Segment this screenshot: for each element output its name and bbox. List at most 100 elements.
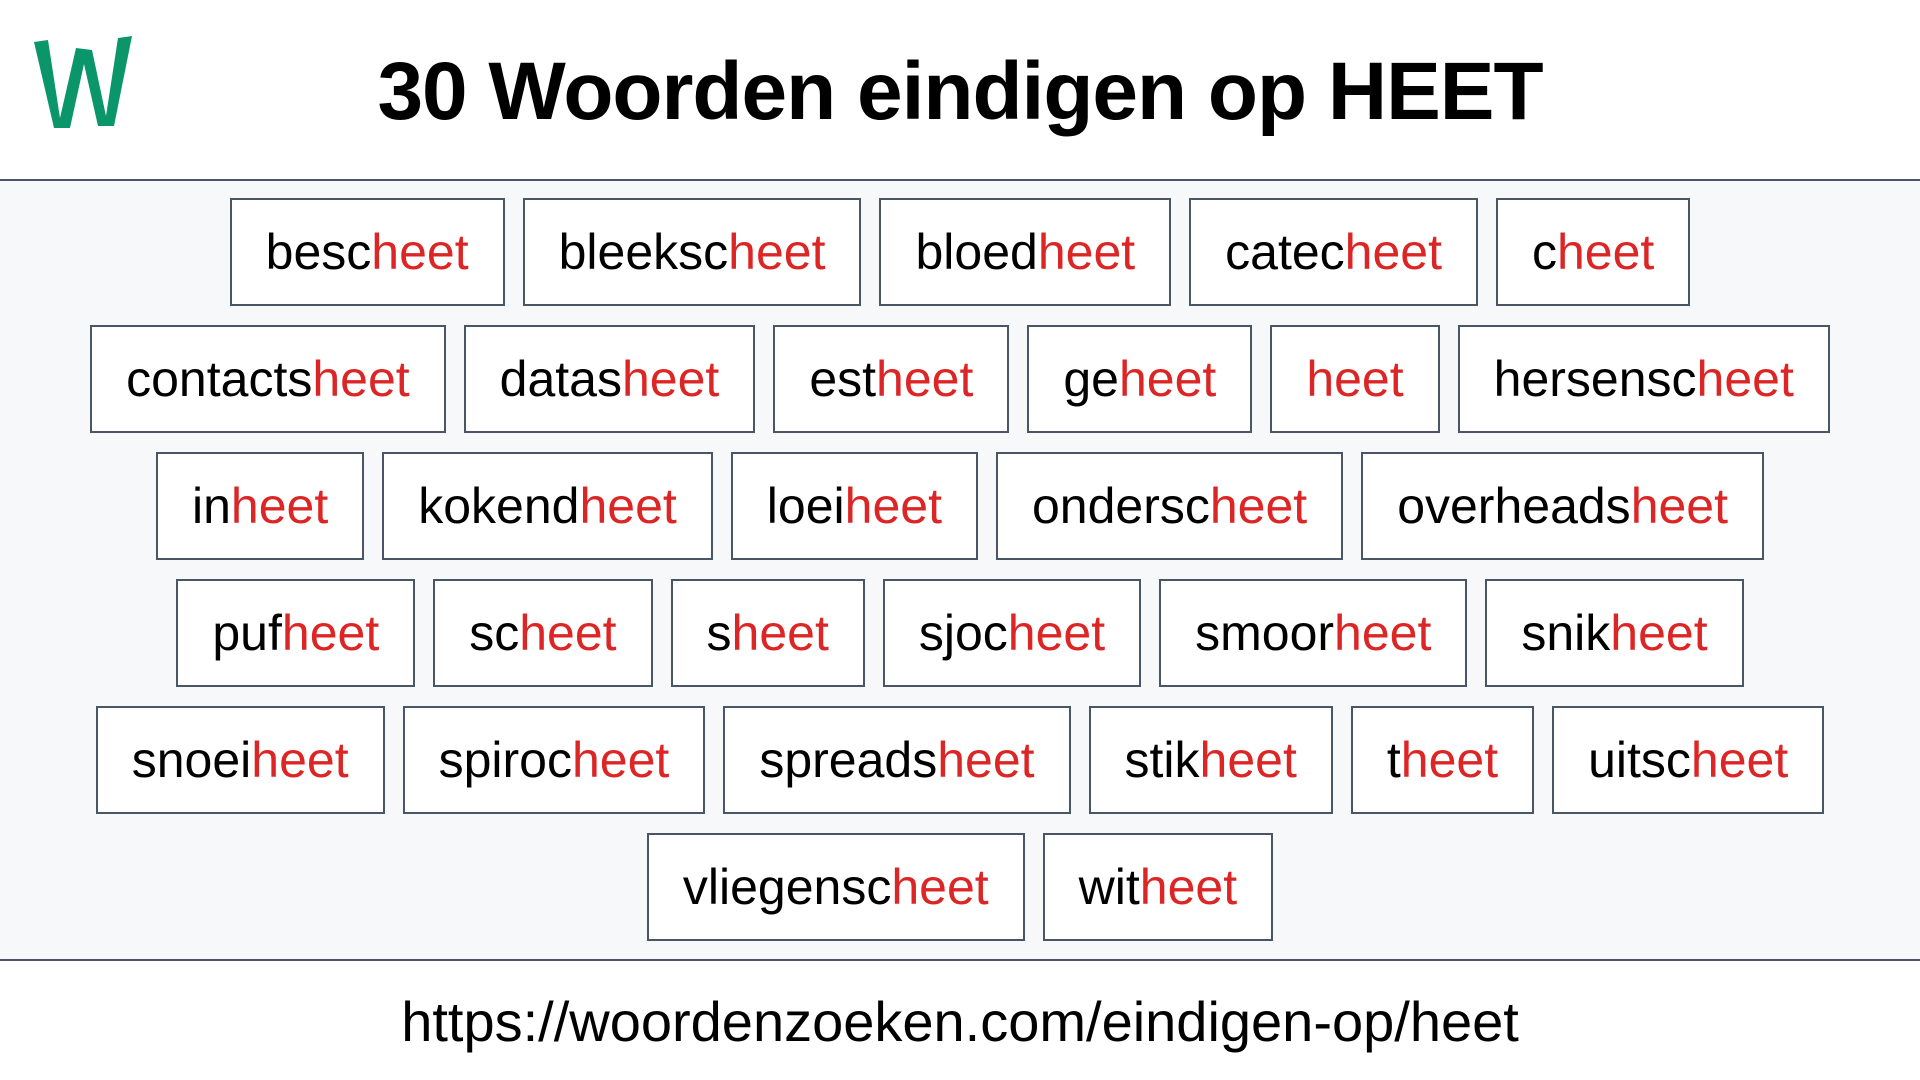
word-suffix: heet [579, 478, 677, 534]
word-suffix: heet [251, 732, 349, 788]
word-suffix: heet [1696, 351, 1794, 407]
word-prefix: ondersc [1031, 478, 1210, 534]
word-suffix: heet [876, 351, 974, 407]
word-prefix: sc [469, 605, 520, 661]
word-suffix: heet [1610, 605, 1708, 661]
word-item[interactable]: uitsc heet [1552, 706, 1825, 814]
word-prefix: est [809, 351, 877, 407]
word-item[interactable]: datas heet [463, 325, 756, 433]
word-suffix: heet [891, 859, 989, 915]
page-title: 30 Woorden eindigen op HEET [377, 46, 1543, 137]
header: 30 Woorden eindigen op HEET [0, 0, 1920, 179]
word-prefix: puf [212, 605, 282, 661]
word-suffix: heet [519, 605, 617, 661]
word-prefix: s [706, 605, 732, 661]
word-prefix: stik [1124, 732, 1200, 788]
word-prefix: besc [265, 224, 372, 280]
word-item[interactable]: overheads heet [1361, 452, 1765, 560]
word-prefix: sjoc [918, 605, 1008, 661]
word-suffix: heet [1334, 605, 1432, 661]
word-item[interactable]: besc heet [229, 198, 505, 306]
word-prefix: t [1386, 732, 1401, 788]
word-item[interactable]: loei heet [730, 452, 978, 560]
word-item[interactable]: puf heet [176, 579, 416, 687]
word-suffix: heet [731, 605, 829, 661]
word-suffix: heet [312, 351, 410, 407]
word-prefix: snik [1521, 605, 1611, 661]
word-prefix: spreads [759, 732, 938, 788]
word-item[interactable]: bloed heet [879, 198, 1172, 306]
word-prefix: in [191, 478, 231, 534]
word-item[interactable]: smoor heet [1159, 579, 1468, 687]
word-row: vliegensc heet wit heet [0, 833, 1920, 941]
word-suffix: heet [1557, 224, 1655, 280]
word-prefix: vliegensc [682, 859, 892, 915]
word-suffix: heet [1690, 732, 1789, 788]
word-item[interactable]: vliegensc heet [646, 833, 1025, 941]
word-row: contacts heet datas heet est heet ge heet heet he… [0, 325, 1920, 433]
word-prefix: smoor [1195, 605, 1335, 661]
word-item[interactable]: stik heet [1088, 706, 1333, 814]
word-item[interactable]: hersensc heet [1457, 325, 1830, 433]
word-suffix: heet [1630, 478, 1729, 534]
word-item[interactable]: heet [1270, 325, 1440, 433]
word-item[interactable]: ge heet [1027, 325, 1253, 433]
word-item[interactable]: spiroc heet [402, 706, 706, 814]
word-item[interactable]: kokend heet [382, 452, 713, 560]
word-item[interactable]: spreads heet [723, 706, 1071, 814]
word-list: besc heet bleeksc heet bloed heet catec heet c he… [0, 181, 1920, 959]
word-suffix: heet [1007, 605, 1106, 661]
word-prefix: kokend [418, 478, 580, 534]
word-prefix: hersensc [1493, 351, 1697, 407]
word-item[interactable]: s heet [670, 579, 865, 687]
word-suffix: heet [1199, 732, 1297, 788]
word-row: snoei heet spiroc heet spreads heet stik heet t h… [0, 706, 1920, 814]
word-item[interactable]: contacts heet [90, 325, 446, 433]
word-row: besc heet bleeksc heet bloed heet catec heet c he… [0, 198, 1920, 306]
source-url[interactable]: https://woordenzoeken.com/eindigen-op/he… [0, 987, 1920, 1057]
word-prefix: spiroc [438, 732, 572, 788]
word-suffix: heet [1037, 224, 1136, 280]
word-item[interactable]: c heet [1496, 198, 1691, 306]
word-item[interactable]: wit heet [1042, 833, 1274, 941]
word-item[interactable]: snoei heet [95, 706, 385, 814]
word-suffix: heet [281, 605, 380, 661]
word-item[interactable]: t heet [1350, 706, 1535, 814]
word-prefix: loei [766, 478, 845, 534]
word-item[interactable]: est heet [773, 325, 1010, 433]
word-item[interactable]: sc heet [433, 579, 653, 687]
word-suffix: heet [1209, 478, 1308, 534]
word-suffix: heet [937, 732, 1035, 788]
word-row: in heet kokend heet loei heet ondersc heet overh… [0, 452, 1920, 560]
word-suffix: heet [844, 478, 942, 534]
word-item[interactable]: catec heet [1189, 198, 1478, 306]
word-suffix: heet [230, 478, 329, 534]
word-row: puf heet sc heet s heet sjoc heet smoor heet snik h… [0, 579, 1920, 687]
word-prefix: snoei [131, 732, 252, 788]
word-suffix: heet [371, 224, 469, 280]
word-prefix: bleeksc [558, 224, 729, 280]
word-item[interactable]: sjoc heet [882, 579, 1142, 687]
word-prefix: catec [1225, 224, 1345, 280]
word-prefix: wit [1078, 859, 1140, 915]
word-suffix: heet [1139, 859, 1238, 915]
word-suffix: heet [1400, 732, 1499, 788]
word-suffix: heet [622, 351, 720, 407]
word-prefix: uitsc [1588, 732, 1691, 788]
word-suffix: heet [1306, 351, 1404, 407]
word-suffix: heet [1344, 224, 1442, 280]
word-item[interactable]: snik heet [1485, 579, 1744, 687]
word-prefix: contacts [126, 351, 313, 407]
word-item[interactable]: bleeksc heet [522, 198, 862, 306]
word-prefix: ge [1063, 351, 1119, 407]
word-item[interactable]: ondersc heet [995, 452, 1344, 560]
footer: https://woordenzoeken.com/eindigen-op/he… [0, 961, 1920, 1080]
word-item[interactable]: in heet [155, 452, 365, 560]
word-rows: besc heet bleeksc heet bloed heet catec heet c he… [0, 198, 1920, 960]
word-prefix: bloed [915, 224, 1038, 280]
word-prefix: overheads [1397, 478, 1631, 534]
word-suffix: heet [728, 224, 826, 280]
word-prefix: c [1532, 224, 1557, 280]
word-prefix: datas [499, 351, 622, 407]
word-suffix: heet [571, 732, 670, 788]
